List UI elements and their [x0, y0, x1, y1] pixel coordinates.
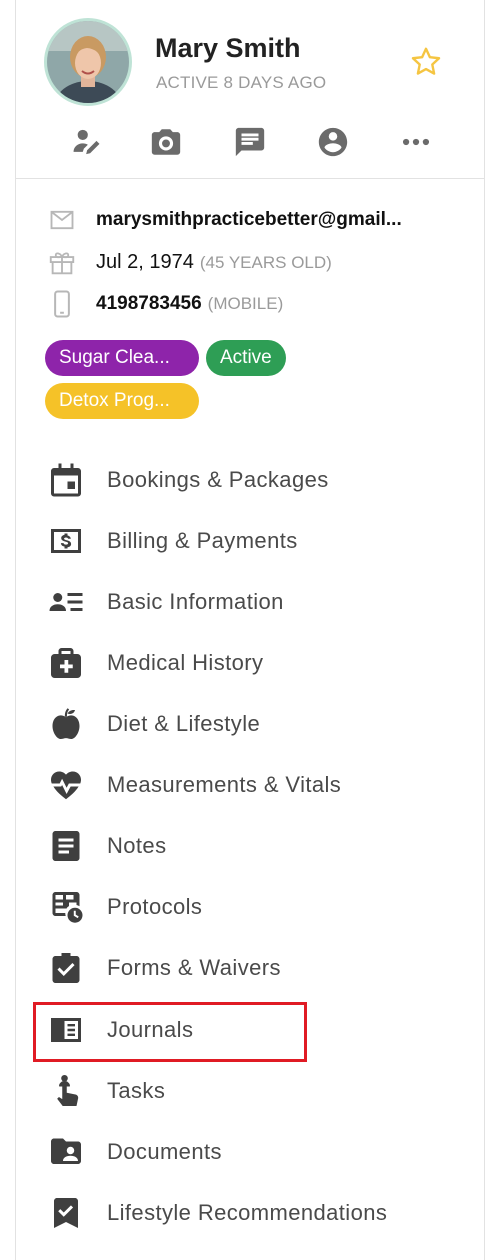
- menu-label: Lifestyle Recommendations: [107, 1200, 388, 1225]
- age-label: (45 YEARS OLD): [199, 252, 332, 272]
- contact-list-icon: [46, 582, 86, 622]
- client-name: Mary Smith: [155, 33, 301, 63]
- menu-item-documents[interactable]: Documents: [16, 1124, 486, 1180]
- birth-date: Jul 2, 1974: [96, 250, 194, 273]
- folder-account-icon: [46, 1132, 86, 1172]
- menu-item-diet-lifestyle[interactable]: Diet & Lifestyle: [16, 696, 486, 752]
- email-row: marysmithpracticebetter@gmail...: [16, 205, 486, 235]
- profile-header: Mary Smith ACTIVE 8 DAYS AGO: [16, 0, 484, 179]
- phone-row: 4198783456 (MOBILE): [16, 289, 486, 319]
- menu-item-protocols[interactable]: Protocols: [16, 879, 486, 935]
- table-clock-icon: [46, 887, 86, 927]
- menu-label: Measurements & Vitals: [107, 772, 342, 797]
- birthday-row: Jul 2, 1974 (45 YEARS OLD): [16, 247, 486, 277]
- gift-icon: [46, 246, 78, 278]
- client-profile-panel: Mary Smith ACTIVE 8 DAYS AGO marysmithpr…: [15, 0, 485, 1260]
- email-value[interactable]: marysmithpracticebetter@gmail...: [96, 209, 402, 231]
- menu-item-tasks[interactable]: Tasks: [16, 1063, 486, 1119]
- menu-label: Tasks: [107, 1078, 166, 1103]
- menu-label: Journals: [107, 1017, 194, 1042]
- menu-item-medical-history[interactable]: Medical History: [16, 635, 486, 691]
- avatar-photo: [47, 21, 129, 103]
- last-active-status: ACTIVE 8 DAYS AGO: [156, 73, 327, 92]
- avatar[interactable]: [44, 18, 132, 106]
- finger-ribbon-icon: [46, 1071, 86, 1111]
- menu-item-measurements-vitals[interactable]: Measurements & Vitals: [16, 757, 486, 813]
- menu-label: Forms & Waivers: [107, 955, 281, 980]
- menu-label: Notes: [107, 833, 167, 858]
- star-outline-icon[interactable]: [408, 44, 444, 80]
- apple-icon: [46, 704, 86, 744]
- birthday-value: Jul 2, 1974 (45 YEARS OLD): [96, 251, 332, 274]
- clipboard-check-icon: [46, 948, 86, 988]
- more-icon[interactable]: [394, 120, 438, 164]
- camera-icon[interactable]: [144, 120, 188, 164]
- quick-actions-bar: [16, 120, 486, 164]
- medical-bag-icon: [46, 643, 86, 683]
- bookmark-check-icon: [46, 1193, 86, 1233]
- phone-value: 4198783456 (MOBILE): [96, 293, 283, 315]
- menu-item-basic-information[interactable]: Basic Information: [16, 574, 486, 630]
- menu-label: Medical History: [107, 650, 264, 675]
- journal-icon: [46, 1010, 86, 1050]
- edit-person-icon[interactable]: [65, 120, 109, 164]
- chat-icon[interactable]: [228, 120, 272, 164]
- menu-label: Documents: [107, 1139, 222, 1164]
- note-icon: [46, 826, 86, 866]
- menu-label: Basic Information: [107, 589, 284, 614]
- menu-label: Billing & Payments: [107, 528, 298, 553]
- phone-type-label: (MOBILE): [207, 294, 284, 313]
- menu-label: Bookings & Packages: [107, 467, 329, 492]
- heart-pulse-icon: [46, 765, 86, 805]
- tag-active[interactable]: Active: [206, 340, 286, 376]
- menu-item-lifestyle-recommendations[interactable]: Lifestyle Recommendations: [16, 1185, 486, 1241]
- menu-label: Protocols: [107, 894, 203, 919]
- menu-item-bookings[interactable]: Bookings & Packages: [16, 452, 486, 508]
- dollar-bill-icon: [46, 521, 86, 561]
- tag-sugar-cleanse[interactable]: Sugar Clea...: [45, 340, 199, 376]
- menu-item-notes[interactable]: Notes: [16, 818, 486, 874]
- email-icon: [46, 204, 78, 236]
- phone-icon: [46, 288, 78, 320]
- tag-detox-program[interactable]: Detox Prog...: [45, 383, 199, 419]
- account-circle-icon[interactable]: [311, 120, 355, 164]
- menu-item-forms-waivers[interactable]: Forms & Waivers: [16, 940, 486, 996]
- menu-item-billing[interactable]: Billing & Payments: [16, 513, 486, 569]
- phone-number[interactable]: 4198783456: [96, 293, 202, 314]
- menu-item-journals[interactable]: Journals: [16, 1002, 486, 1058]
- menu-label: Diet & Lifestyle: [107, 711, 261, 736]
- calendar-icon: [46, 460, 86, 500]
